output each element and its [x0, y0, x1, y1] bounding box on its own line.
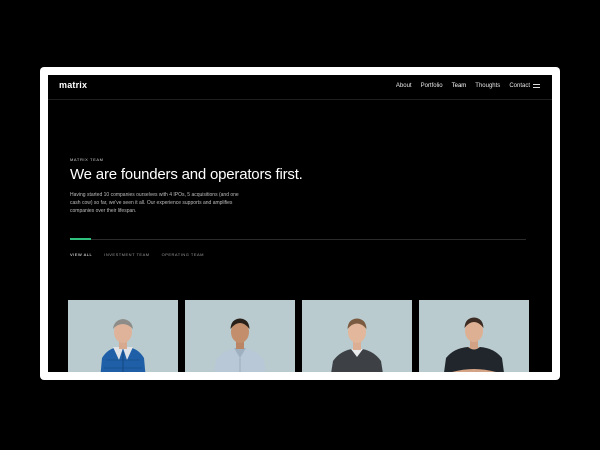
nav-portfolio[interactable]: Portfolio [421, 82, 443, 90]
team-grid [68, 300, 529, 372]
team-member-card[interactable] [419, 300, 529, 372]
team-member-card[interactable] [185, 300, 295, 372]
filter-view-all[interactable]: VIEW ALL [70, 252, 92, 257]
team-member-photo [214, 318, 266, 372]
team-member-card[interactable] [302, 300, 412, 372]
team-member-photo [444, 317, 504, 372]
team-member-photo [331, 318, 383, 372]
browser-frame: matrix About Portfolio Team Thoughts Con… [40, 67, 560, 380]
menu-line [533, 84, 540, 85]
page-title: We are founders and operators first. [70, 166, 303, 183]
menu-line [533, 87, 540, 88]
section-eyebrow: MATRIX TEAM [70, 157, 104, 162]
hamburger-icon[interactable] [533, 84, 540, 88]
website-viewport: matrix About Portfolio Team Thoughts Con… [48, 75, 552, 372]
page-description: Having started 10 companies ourselves wi… [70, 192, 239, 214]
filter-operating-team[interactable]: OPERATING TEAM [162, 252, 204, 257]
active-filter-indicator [70, 238, 91, 240]
main-nav: About Portfolio Team Thoughts Contact [396, 82, 530, 90]
filter-investment-team[interactable]: INVESTMENT TEAM [104, 252, 149, 257]
nav-about[interactable]: About [396, 82, 412, 90]
team-filter-tabs: VIEW ALL INVESTMENT TEAM OPERATING TEAM [70, 252, 204, 257]
team-member-photo [100, 319, 146, 372]
matrix-logo[interactable]: matrix [59, 80, 87, 90]
site-header: matrix About Portfolio Team Thoughts Con… [48, 75, 552, 100]
filter-divider [70, 239, 526, 240]
nav-contact[interactable]: Contact [509, 82, 530, 90]
team-member-card[interactable] [68, 300, 178, 372]
nav-thoughts[interactable]: Thoughts [475, 82, 500, 90]
nav-team[interactable]: Team [452, 82, 467, 90]
